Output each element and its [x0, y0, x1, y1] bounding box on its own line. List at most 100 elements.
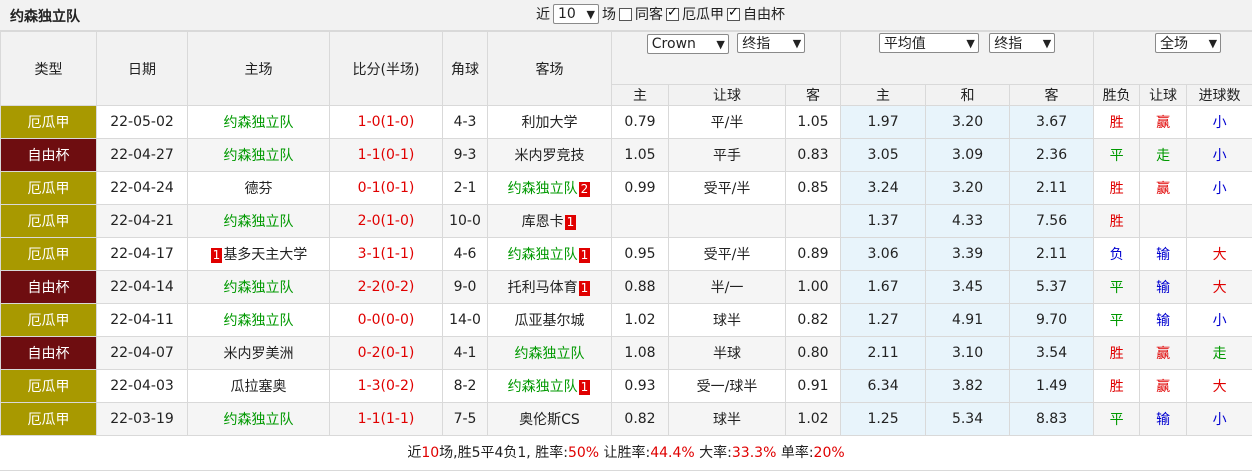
- table-row[interactable]: 自由杯22-04-14约森独立队2-2(0-2)9-0托利马体育10.88半/一…: [1, 271, 1252, 304]
- euro-away: 2.36: [1010, 139, 1094, 172]
- team-name[interactable]: 托利马体育: [508, 280, 578, 296]
- match-score[interactable]: 1-1(1-1): [330, 403, 443, 436]
- match-score[interactable]: 2-2(0-2): [330, 271, 443, 304]
- home-team[interactable]: 约森独立队: [188, 205, 330, 238]
- home-team[interactable]: 约森独立队: [188, 304, 330, 337]
- ou-result: 小: [1187, 403, 1252, 436]
- euro-draw: 3.20: [926, 172, 1010, 205]
- away-team[interactable]: 约森独立队1: [488, 370, 612, 403]
- team-name[interactable]: 米内罗竞技: [515, 148, 585, 164]
- team-name[interactable]: 约森独立队: [508, 247, 578, 263]
- team-name[interactable]: 瓜亚基尔城: [515, 313, 585, 329]
- home-team[interactable]: 德芬: [188, 172, 330, 205]
- team-name[interactable]: 约森独立队: [224, 214, 294, 230]
- corner-score: 8-2: [443, 370, 488, 403]
- wdl-result: 胜: [1094, 337, 1140, 370]
- competition-type[interactable]: 自由杯: [1, 139, 97, 172]
- match-score[interactable]: 1-1(0-1): [330, 139, 443, 172]
- average-select[interactable]: 平均值 ▼: [879, 33, 979, 53]
- comp-a-checkbox[interactable]: [666, 8, 679, 21]
- home-team[interactable]: 米内罗美洲: [188, 337, 330, 370]
- team-name[interactable]: 德芬: [245, 181, 273, 197]
- competition-type[interactable]: 自由杯: [1, 337, 97, 370]
- team-name[interactable]: 约森独立队: [224, 115, 294, 131]
- match-score[interactable]: 2-0(1-0): [330, 205, 443, 238]
- match-score[interactable]: 1-3(0-2): [330, 370, 443, 403]
- home-team[interactable]: 约森独立队: [188, 139, 330, 172]
- team-name[interactable]: 基多天主大学: [223, 247, 307, 263]
- table-row[interactable]: 自由杯22-04-27约森独立队1-1(0-1)9-3米内罗竞技1.05平手0.…: [1, 139, 1252, 172]
- table-row[interactable]: 自由杯22-04-07米内罗美洲0-2(0-1)4-1约森独立队1.08半球0.…: [1, 337, 1252, 370]
- red-card-badge: 2: [579, 182, 591, 197]
- team-name[interactable]: 约森独立队: [224, 280, 294, 296]
- euro-kind-select[interactable]: 终指 ▼: [989, 33, 1055, 53]
- competition-type[interactable]: 自由杯: [1, 271, 97, 304]
- team-name[interactable]: 约森独立队: [508, 181, 578, 197]
- team-name[interactable]: 库恩卡: [522, 214, 564, 230]
- competition-type[interactable]: 厄瓜甲: [1, 238, 97, 271]
- match-score[interactable]: 0-2(0-1): [330, 337, 443, 370]
- competition-type[interactable]: 厄瓜甲: [1, 370, 97, 403]
- match-date: 22-04-11: [97, 304, 188, 337]
- table-row[interactable]: 厄瓜甲22-04-24德芬0-1(0-1)2-1约森独立队20.99受平/半0.…: [1, 172, 1252, 205]
- competition-type[interactable]: 厄瓜甲: [1, 106, 97, 139]
- away-team[interactable]: 约森独立队2: [488, 172, 612, 205]
- filter-bar: 近 10 ▼ 场 同客 厄瓜甲 自由杯: [536, 4, 785, 24]
- ah-result: 赢: [1140, 337, 1187, 370]
- match-score[interactable]: 3-1(1-1): [330, 238, 443, 271]
- away-team[interactable]: 库恩卡1: [488, 205, 612, 238]
- competition-type[interactable]: 厄瓜甲: [1, 304, 97, 337]
- team-name[interactable]: 瓜拉塞奥: [231, 379, 287, 395]
- euro-kind-value: 终指: [994, 33, 1022, 53]
- match-count-select[interactable]: 10 ▼: [553, 4, 599, 24]
- corner-score: 4-6: [443, 238, 488, 271]
- ah-result: 输: [1140, 304, 1187, 337]
- home-team[interactable]: 瓜拉塞奥: [188, 370, 330, 403]
- team-name[interactable]: 约森独立队: [508, 379, 578, 395]
- table-row[interactable]: 厄瓜甲22-04-11约森独立队0-0(0-0)14-0瓜亚基尔城1.02球半0…: [1, 304, 1252, 337]
- summary-prefix: 近: [407, 445, 421, 461]
- odds-home: 1.05: [612, 139, 669, 172]
- match-score[interactable]: 0-1(0-1): [330, 172, 443, 205]
- team-name[interactable]: 约森独立队: [224, 148, 294, 164]
- home-team[interactable]: 约森独立队: [188, 403, 330, 436]
- away-team[interactable]: 米内罗竞技: [488, 139, 612, 172]
- euro-home: 3.05: [841, 139, 926, 172]
- away-team[interactable]: 约森独立队1: [488, 238, 612, 271]
- competition-type[interactable]: 厄瓜甲: [1, 172, 97, 205]
- comp-b-checkbox[interactable]: [727, 8, 740, 21]
- euro-away: 1.49: [1010, 370, 1094, 403]
- home-team[interactable]: 约森独立队: [188, 106, 330, 139]
- competition-type[interactable]: 厄瓜甲: [1, 205, 97, 238]
- match-score[interactable]: 0-0(0-0): [330, 304, 443, 337]
- scope-select[interactable]: 全场 ▼: [1155, 33, 1221, 53]
- comp-a-label: 厄瓜甲: [682, 4, 724, 24]
- away-team[interactable]: 奥伦斯CS: [488, 403, 612, 436]
- table-row[interactable]: 厄瓜甲22-04-21约森独立队2-0(1-0)10-0库恩卡11.374.33…: [1, 205, 1252, 238]
- summary-win-rate: 50%: [568, 445, 599, 461]
- euro-draw: 4.91: [926, 304, 1010, 337]
- team-name[interactable]: 利加大学: [522, 115, 578, 131]
- team-name[interactable]: 约森独立队: [224, 412, 294, 428]
- away-team[interactable]: 约森独立队: [488, 337, 612, 370]
- away-team[interactable]: 瓜亚基尔城: [488, 304, 612, 337]
- same-guest-checkbox[interactable]: [619, 8, 632, 21]
- team-name[interactable]: 米内罗美洲: [224, 346, 294, 362]
- chevron-down-icon: ▼: [587, 8, 595, 21]
- team-name[interactable]: 约森独立队: [224, 313, 294, 329]
- team-name[interactable]: 奥伦斯CS: [519, 412, 580, 428]
- away-team[interactable]: 托利马体育1: [488, 271, 612, 304]
- wdl-result: 胜: [1094, 106, 1140, 139]
- home-team[interactable]: 1基多天主大学: [188, 238, 330, 271]
- company-select[interactable]: Crown ▼: [647, 34, 729, 54]
- home-team[interactable]: 约森独立队: [188, 271, 330, 304]
- handicap-kind-select[interactable]: 终指 ▼: [737, 33, 805, 53]
- match-score[interactable]: 1-0(1-0): [330, 106, 443, 139]
- table-row[interactable]: 厄瓜甲22-03-19约森独立队1-1(1-1)7-5奥伦斯CS0.82球半1.…: [1, 403, 1252, 436]
- team-name[interactable]: 约森独立队: [515, 346, 585, 362]
- table-row[interactable]: 厄瓜甲22-04-03瓜拉塞奥1-3(0-2)8-2约森独立队10.93受一/球…: [1, 370, 1252, 403]
- table-row[interactable]: 厄瓜甲22-04-171基多天主大学3-1(1-1)4-6约森独立队10.95受…: [1, 238, 1252, 271]
- away-team[interactable]: 利加大学: [488, 106, 612, 139]
- table-row[interactable]: 厄瓜甲22-05-02约森独立队1-0(1-0)4-3利加大学0.79平/半1.…: [1, 106, 1252, 139]
- competition-type[interactable]: 厄瓜甲: [1, 403, 97, 436]
